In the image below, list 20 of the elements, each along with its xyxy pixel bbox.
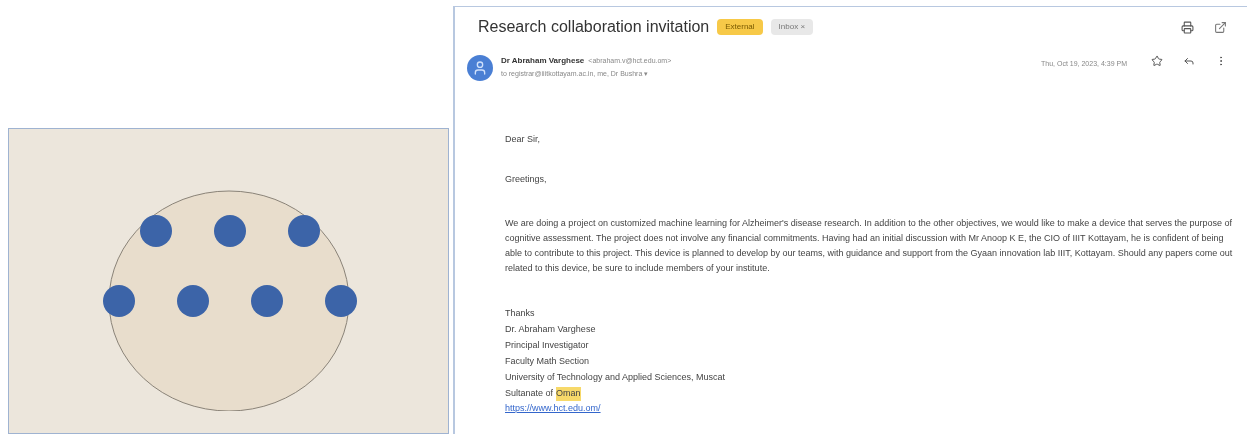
- external-link-icon[interactable]: [1214, 20, 1227, 34]
- salutation-text: Greetings,: [505, 172, 548, 186]
- signature-text: Faculty Math Section: [505, 355, 590, 369]
- signature-text: Oman: [556, 387, 581, 401]
- greeting-text: Dear Sir,: [505, 133, 541, 146]
- body-paragraph: We are doing a project on customized machine learning for Alzheimer's disease research. In addition to the other objectives, we would like to make a device that serves the purpose of cognitive assessment. The project does not involve any financial commitments. Having had an initial discussion with Mr Anoop K E, the CIO of IIIT Kottayam, he is confident of being able to contribute to this project. This device is planned to develop by our teams, with guidance and support from the Gyaan innovation lab IIIT, Kottayam. Should any papers come out related to this device, be sure to include members of your institute.: [505, 217, 1234, 275]
- avatar-icon: [467, 55, 493, 81]
- email-label[interactable]: Inbox ×: [770, 19, 814, 35]
- website-link[interactable]: https://www.hct.edu.om/: [505, 402, 1235, 418]
- signature-text: Principal Investigator: [505, 339, 589, 353]
- sender-name: Dr Abraham Varghese: [501, 55, 585, 67]
- email-subject: Research collaboration invitation: [478, 17, 710, 37]
- signature-text: Thanks: [505, 307, 535, 321]
- signature-text: Dr. Abraham Varghese: [505, 323, 596, 337]
- signature-text: University of Technology and Applied Sciences, Muscat: [505, 371, 725, 385]
- email-label[interactable]: External: [717, 19, 763, 35]
- signature-text: Sultanate of: [505, 387, 554, 401]
- print-icon[interactable]: [1181, 20, 1194, 34]
- star-icon[interactable]: [1151, 55, 1163, 67]
- reply-icon[interactable]: [1183, 55, 1195, 67]
